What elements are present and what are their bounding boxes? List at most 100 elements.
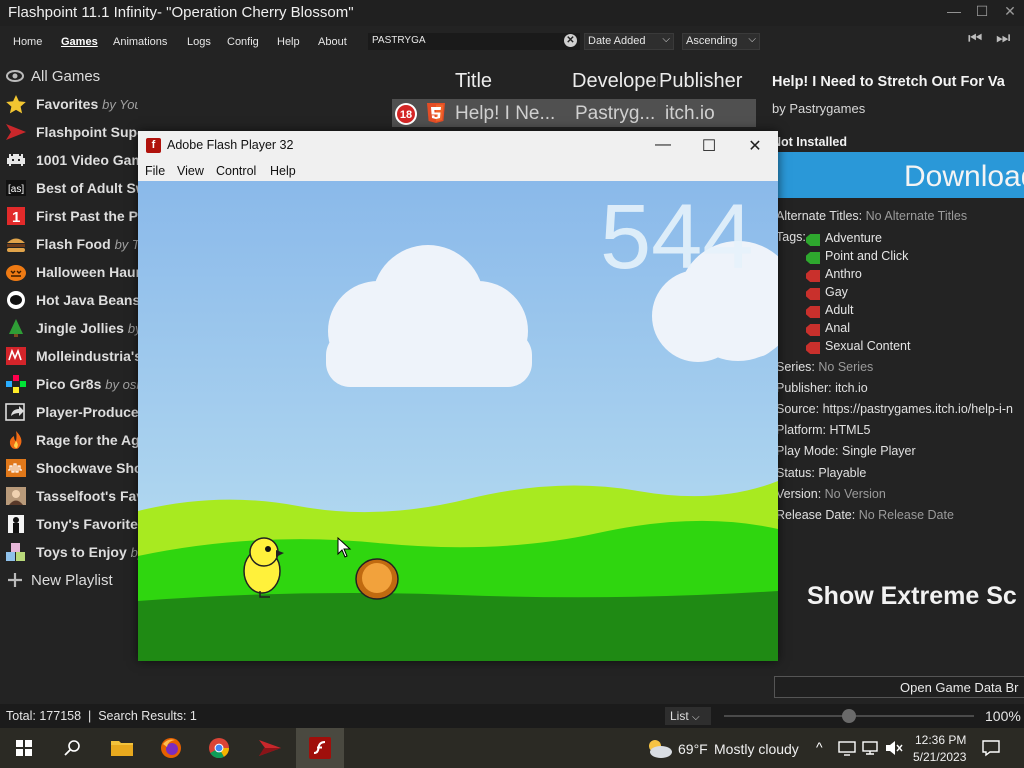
playlist-label: 1001 Video Games (36, 152, 138, 168)
sidebar-playlist-item[interactable]: Hot Java Beans (0, 286, 138, 314)
notification-icon[interactable] (982, 739, 1000, 757)
playlist-label: Player-Produced (36, 404, 138, 420)
sidebar-playlist-item[interactable]: Halloween Haunts (0, 258, 138, 286)
menu-home[interactable]: Home (13, 36, 42, 48)
sidebar-playlist-item[interactable]: Rage for the Ages (0, 426, 138, 454)
taskbar-flashpoint[interactable] (246, 728, 294, 768)
search-button[interactable] (48, 728, 96, 768)
chevron-up-icon[interactable]: ^ (816, 739, 823, 755)
menu-config[interactable]: Config (227, 36, 259, 48)
tag-item[interactable]: Adventure (825, 231, 882, 245)
windows-logo-icon (16, 740, 32, 756)
view-mode-select[interactable]: List ⌵ (665, 707, 711, 725)
start-button[interactable] (0, 728, 48, 768)
sort-order-select[interactable]: Ascending ⌵ (682, 33, 760, 50)
tag-item[interactable]: Gay (825, 285, 848, 299)
sidebar-playlist-item[interactable]: [as] Best of Adult Swim (0, 174, 138, 202)
play-mode-value[interactable]: Single Player (842, 444, 916, 458)
menu-logs[interactable]: Logs (187, 36, 211, 48)
tag-item[interactable]: Point and Click (825, 249, 908, 263)
sidebar-playlist-item[interactable]: Jingle Jollies by (0, 314, 138, 342)
search-input[interactable]: PASTRYGA ✕ (368, 33, 580, 50)
sort-field-value: Date Added (588, 35, 646, 47)
playlist-author: by You! (102, 97, 138, 112)
flash-menu-control[interactable]: Control (216, 164, 256, 178)
flash-minimize-button[interactable]: — (648, 136, 678, 156)
publisher-field: Publisher: itch.io (776, 381, 868, 395)
taskbar-flash-player[interactable] (296, 728, 344, 768)
html5-icon (427, 103, 445, 123)
menu-help[interactable]: Help (277, 36, 300, 48)
sidebar-playlist-item[interactable]: 1001 Video Games (0, 146, 138, 174)
flash-game-stage[interactable]: 544 (138, 181, 778, 661)
close-button[interactable]: ✕ (996, 3, 1024, 23)
sort-field-select[interactable]: Date Added ⌵ (584, 33, 674, 50)
weather-temperature[interactable]: 69°F (678, 741, 708, 757)
tag-item[interactable]: Adult (825, 303, 854, 317)
flash-menu-view[interactable]: View (177, 164, 204, 178)
weather-cloudy-icon[interactable] (645, 737, 673, 759)
menu-games[interactable]: Games (61, 36, 98, 48)
download-button[interactable]: Download (774, 152, 1024, 198)
sidebar-playlist-item[interactable]: Player-Produced (0, 398, 138, 426)
open-game-data-browser-button[interactable]: Open Game Data Br (774, 676, 1024, 698)
taskbar-chrome[interactable] (196, 728, 244, 768)
display-icon[interactable] (862, 740, 880, 756)
toy-blocks-icon (6, 543, 25, 561)
collapse-right-icon[interactable]: ⏭ (996, 30, 1010, 48)
playlist-label: Pico Gr8s by osh (36, 376, 138, 392)
flash-menu-help[interactable]: Help (270, 164, 296, 178)
sidebar-playlist-item[interactable]: Flashpoint Super Hall of Fame by BlueMax… (0, 118, 138, 146)
clock-time[interactable]: 12:36 PM (915, 733, 966, 747)
menu-about[interactable]: About (318, 36, 347, 48)
sidebar-playlist-item[interactable]: Flash Food by Th (0, 230, 138, 258)
platform-label: Platform: (776, 423, 827, 437)
show-extreme-screenshots-toggle[interactable]: Show Extreme Sc (807, 582, 1017, 611)
sidebar-playlist-item[interactable]: Pico Gr8s by osh (0, 370, 138, 398)
weather-condition[interactable]: Mostly cloudy (714, 741, 799, 757)
game-row[interactable]: 18 Help! I Ne... Pastryg... itch.io (392, 99, 756, 127)
sidebar-all-games[interactable]: All Games (0, 62, 138, 90)
publisher-label: Publisher: (776, 381, 832, 395)
maximize-button[interactable]: ☐ (968, 3, 996, 23)
sidebar-playlist-item[interactable]: Shockwave Showcase (0, 454, 138, 482)
sidebar-playlist-item[interactable]: Molleindustria's (0, 342, 138, 370)
platform-value[interactable]: HTML5 (830, 423, 871, 437)
sidebar-playlist-item[interactable]: Tony's Favorites (0, 510, 138, 538)
playlist-name: Best of Adult Swim (36, 180, 138, 196)
sidebar-playlist-item[interactable]: 1 First Past the Post (0, 202, 138, 230)
clock-date[interactable]: 5/21/2023 (913, 750, 966, 764)
pumpkin-icon (6, 265, 26, 281)
source-value[interactable]: https://pastrygames.itch.io/help-i-n (823, 402, 1013, 416)
volume-muted-icon[interactable] (884, 740, 904, 756)
flash-close-button[interactable]: ✕ (740, 136, 770, 156)
column-title[interactable]: Title (455, 70, 565, 93)
taskbar-file-explorer[interactable] (98, 728, 146, 768)
sidebar-playlist-item[interactable]: Toys to Enjoy by (0, 538, 138, 566)
network-icon[interactable] (838, 740, 856, 756)
adult-swim-icon: [as] (6, 180, 26, 196)
zoom-slider-thumb[interactable] (842, 709, 856, 723)
column-publisher[interactable]: Publisher (659, 70, 743, 93)
menu-animations[interactable]: Animations (113, 36, 167, 48)
game-scene: 544 (138, 181, 778, 661)
sidebar-playlist-item[interactable]: Tasselfoot's Favorites (0, 482, 138, 510)
series-field: Series: No Series (776, 360, 873, 374)
tag-item[interactable]: Anthro (825, 267, 862, 281)
flash-menu-file[interactable]: File (145, 164, 165, 178)
status-value[interactable]: Playable (818, 466, 866, 480)
status-label: Status: (776, 466, 815, 480)
minimize-button[interactable]: — (940, 3, 968, 23)
tag-item[interactable]: Anal (825, 321, 850, 335)
playlist-author: by (130, 545, 138, 560)
sidebar-new-playlist[interactable]: New Playlist (0, 566, 138, 594)
column-developer[interactable]: Developer (572, 70, 658, 93)
collapse-left-icon[interactable]: ⏮ (968, 30, 982, 48)
clear-search-icon[interactable]: ✕ (564, 34, 577, 47)
taskbar-firefox[interactable] (148, 728, 196, 768)
playlist-label: Flash Food by Th (36, 236, 138, 252)
publisher-value[interactable]: itch.io (835, 381, 868, 395)
tag-item[interactable]: Sexual Content (825, 339, 910, 353)
sidebar-playlist-item[interactable]: Favorites by You! (0, 90, 138, 118)
flash-maximize-button[interactable]: ☐ (694, 136, 724, 156)
